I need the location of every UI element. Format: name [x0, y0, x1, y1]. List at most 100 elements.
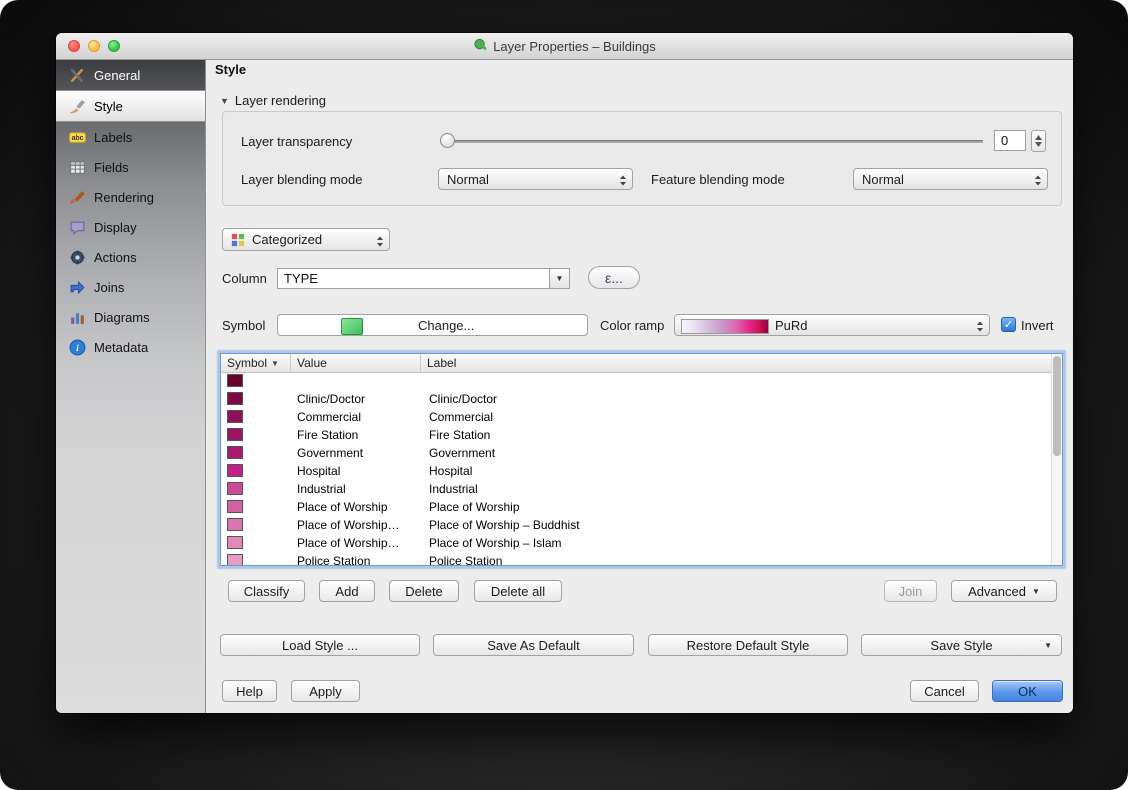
advanced-button[interactable]: Advanced ▼ — [951, 580, 1057, 602]
sidebar-item-general[interactable]: General — [56, 60, 205, 90]
save-as-default-button[interactable]: Save As Default — [433, 634, 634, 656]
renderer-type-dropdown[interactable]: Categorized — [222, 228, 390, 251]
categories-table[interactable]: Symbol ▼ Value Label Clinic/DoctorClinic… — [220, 353, 1063, 566]
table-row[interactable]: Fire StationFire Station — [221, 426, 1051, 444]
dropdown-chevrons-icon — [1034, 174, 1042, 189]
column-header-value[interactable]: Value — [291, 354, 421, 372]
delete-button[interactable]: Delete — [389, 580, 459, 602]
category-swatch[interactable] — [227, 446, 243, 459]
sidebar-item-label: General — [94, 68, 140, 83]
invert-checkbox[interactable]: ✓ — [1001, 317, 1016, 332]
category-swatch[interactable] — [227, 464, 243, 477]
transparency-value-field[interactable]: 0 — [994, 130, 1026, 151]
table-row[interactable]: Clinic/DoctorClinic/Doctor — [221, 390, 1051, 408]
category-value: Place of Worship — [297, 500, 388, 514]
expression-button[interactable]: ε... — [588, 266, 640, 289]
feature-blending-label: Feature blending mode — [651, 172, 785, 187]
sidebar-item-style[interactable]: Style — [56, 90, 205, 122]
save-style-button[interactable]: Save Style ▼ — [861, 634, 1062, 656]
cancel-button[interactable]: Cancel — [910, 680, 979, 702]
column-header-symbol[interactable]: Symbol ▼ — [221, 354, 291, 372]
dropdown-chevrons-icon — [619, 174, 627, 189]
category-swatch[interactable] — [227, 482, 243, 495]
table-row[interactable]: Police StationPolice Station — [221, 552, 1051, 565]
transparency-value: 0 — [1001, 133, 1008, 148]
general-tools-icon — [69, 67, 86, 84]
category-value: Industrial — [297, 482, 346, 496]
sidebar-item-label: Labels — [94, 130, 132, 145]
category-table-body: Clinic/DoctorClinic/DoctorCommercialComm… — [221, 372, 1051, 565]
category-label: Place of Worship – Buddhist — [429, 518, 580, 532]
classify-button[interactable]: Classify — [228, 580, 305, 602]
table-row[interactable]: Place of Worship…Place of Worship – Budd… — [221, 516, 1051, 534]
feature-blending-dropdown[interactable]: Normal — [853, 168, 1048, 190]
sidebar-item-actions[interactable]: Actions — [56, 242, 205, 272]
actions-gear-icon — [69, 249, 86, 266]
category-swatch[interactable] — [227, 536, 243, 549]
zoom-button[interactable] — [108, 40, 120, 52]
add-button[interactable]: Add — [319, 580, 375, 602]
qgis-icon — [473, 37, 488, 55]
table-row[interactable]: IndustrialIndustrial — [221, 480, 1051, 498]
help-button[interactable]: Help — [222, 680, 277, 702]
table-row[interactable]: Place of Worship Place of Worship — [221, 498, 1051, 516]
fields-table-icon — [69, 159, 86, 176]
table-row[interactable] — [221, 372, 1051, 390]
table-row[interactable]: CommercialCommercial — [221, 408, 1051, 426]
sidebar-item-diagrams[interactable]: Diagrams — [56, 302, 205, 332]
menu-arrow-icon: ▼ — [1032, 587, 1040, 596]
sidebar: General Style abc Labels Fields Rendering Disp… — [56, 60, 206, 713]
minimize-button[interactable] — [88, 40, 100, 52]
table-row[interactable]: Place of Worship…Place of Worship – Isla… — [221, 534, 1051, 552]
column-header-label[interactable]: Label — [421, 354, 1062, 372]
transparency-slider[interactable] — [441, 133, 983, 149]
column-value: TYPE — [284, 271, 318, 286]
load-style-button[interactable]: Load Style ... — [220, 634, 420, 656]
slider-track — [441, 140, 983, 143]
category-swatch[interactable] — [227, 428, 243, 441]
sidebar-item-joins[interactable]: Joins — [56, 272, 205, 302]
join-button: Join — [884, 580, 937, 602]
category-swatch[interactable] — [227, 374, 243, 387]
category-swatch[interactable] — [227, 500, 243, 513]
sidebar-item-metadata[interactable]: iMetadata — [56, 332, 205, 362]
ok-button[interactable]: OK — [992, 680, 1063, 702]
disclosure-triangle-icon[interactable]: ▼ — [220, 96, 229, 106]
category-label: Hospital — [429, 464, 472, 478]
table-row[interactable]: HospitalHospital — [221, 462, 1051, 480]
category-label: Place of Worship — [429, 500, 520, 514]
column-label: Column — [222, 271, 267, 286]
category-label: Place of Worship – Islam — [429, 536, 562, 550]
sidebar-item-labels[interactable]: abc Labels — [56, 122, 205, 152]
sidebar-item-rendering[interactable]: Rendering — [56, 182, 205, 212]
delete-all-button[interactable]: Delete all — [474, 580, 562, 602]
transparency-stepper[interactable] — [1031, 130, 1046, 152]
combo-dropdown-arrow-icon[interactable]: ▼ — [549, 269, 569, 288]
category-label: Commercial — [429, 410, 493, 424]
expression-button-label: ε... — [605, 270, 623, 286]
column-combo[interactable]: TYPE ▼ — [277, 268, 570, 289]
slider-thumb[interactable] — [440, 133, 455, 148]
symbol-change-button[interactable]: Change... — [277, 314, 588, 336]
table-row[interactable]: GovernmentGovernment — [221, 444, 1051, 462]
window-titlebar[interactable]: Layer Properties – Buildings — [56, 33, 1073, 60]
layer-blending-dropdown[interactable]: Normal — [438, 168, 633, 190]
sidebar-item-display[interactable]: Display — [56, 212, 205, 242]
apply-button[interactable]: Apply — [291, 680, 360, 702]
sidebar-item-label: Diagrams — [94, 310, 150, 325]
category-swatch[interactable] — [227, 518, 243, 531]
table-scrollbar[interactable] — [1051, 354, 1062, 565]
page-title: Style — [215, 62, 246, 77]
sidebar-item-label: Rendering — [94, 190, 154, 205]
scrollbar-thumb[interactable] — [1053, 356, 1061, 456]
category-swatch[interactable] — [227, 410, 243, 423]
restore-default-style-button[interactable]: Restore Default Style — [648, 634, 848, 656]
close-button[interactable] — [68, 40, 80, 52]
labels-abc-icon: abc — [69, 129, 86, 146]
category-swatch[interactable] — [227, 392, 243, 405]
sidebar-item-fields[interactable]: Fields — [56, 152, 205, 182]
layer-rendering-header[interactable]: ▼ Layer rendering — [220, 93, 326, 108]
category-swatch[interactable] — [227, 554, 243, 565]
color-ramp-dropdown[interactable]: PuRd — [674, 314, 990, 336]
category-label: Fire Station — [429, 428, 490, 442]
